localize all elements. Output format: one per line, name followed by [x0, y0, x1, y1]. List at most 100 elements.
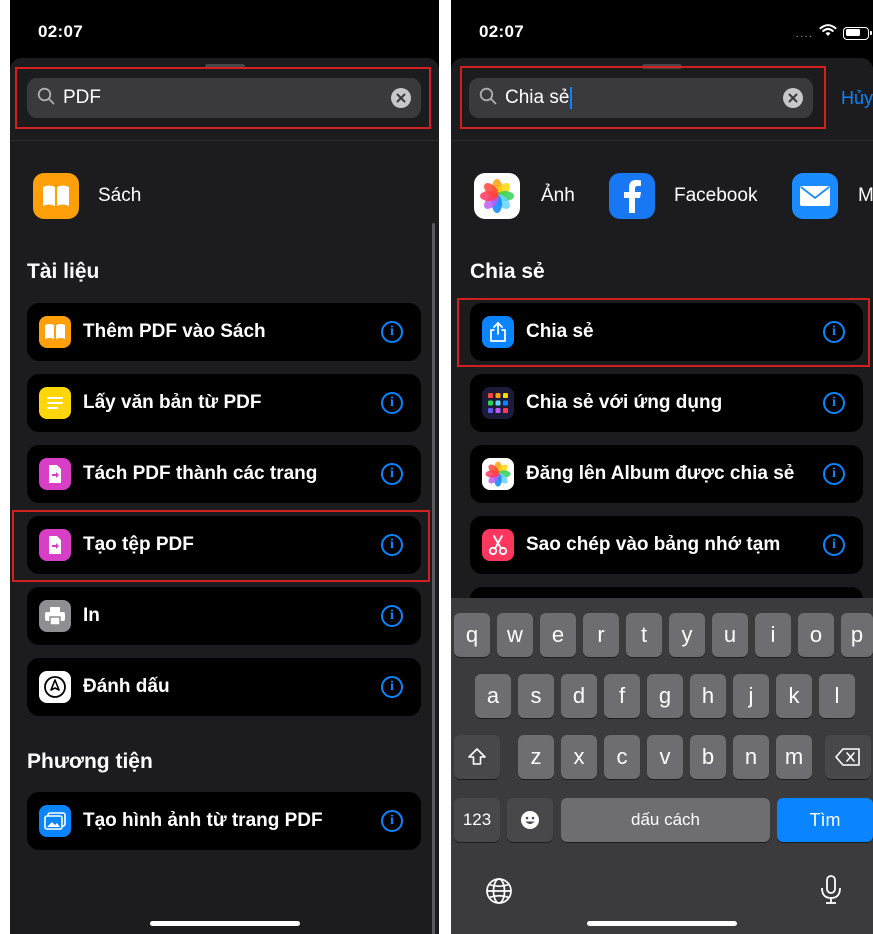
key-d[interactable]: d — [561, 674, 597, 718]
divider — [451, 140, 873, 141]
search-field[interactable] — [469, 78, 813, 118]
action-row-add-pdf-to-books[interactable]: Thêm PDF vào Sách i — [27, 303, 421, 361]
info-icon[interactable]: i — [823, 392, 845, 414]
key-m[interactable]: m — [776, 735, 812, 779]
clear-search-icon[interactable] — [783, 88, 803, 108]
info-icon[interactable]: i — [381, 534, 403, 556]
search-field[interactable] — [27, 78, 421, 118]
info-icon[interactable]: i — [381, 392, 403, 414]
action-row-markup[interactable]: Đánh dấu i — [27, 658, 421, 716]
action-row-get-text-from-pdf[interactable]: Lấy văn bản từ PDF i — [27, 374, 421, 432]
info-icon[interactable]: i — [381, 463, 403, 485]
key-t[interactable]: t — [626, 613, 662, 657]
action-row-make-pdf[interactable]: Tạo tệp PDF i — [27, 516, 421, 574]
cancel-button[interactable]: Hủy — [841, 88, 873, 109]
numbers-key[interactable]: 123 — [454, 798, 500, 842]
key-r[interactable]: r — [583, 613, 619, 657]
action-row-split-pdf[interactable]: Tách PDF thành các trang i — [27, 445, 421, 503]
shift-key[interactable] — [454, 735, 500, 779]
home-indicator[interactable] — [587, 921, 737, 926]
action-label: Lấy văn bản từ PDF — [83, 392, 262, 413]
key-v[interactable]: v — [647, 735, 683, 779]
status-bar: 02:07 .... — [451, 0, 873, 58]
info-icon[interactable]: i — [823, 463, 845, 485]
status-time: 02:07 — [479, 22, 524, 41]
text-lines-icon — [39, 387, 71, 419]
sheet-grabber[interactable] — [204, 64, 245, 69]
action-row-make-image-from-pdf[interactable]: Tạo hình ảnh từ trang PDF i — [27, 792, 421, 850]
sheet-grabber[interactable] — [642, 64, 682, 69]
action-row-share[interactable]: Chia sẻ i — [470, 303, 863, 361]
key-c[interactable]: c — [604, 735, 640, 779]
shift-arrow-icon — [468, 748, 486, 765]
search-icon — [479, 87, 497, 110]
clear-search-icon[interactable] — [391, 88, 411, 108]
search-input[interactable] — [505, 87, 569, 109]
wifi-icon — [819, 24, 837, 42]
emoji-key[interactable] — [507, 798, 553, 842]
info-icon[interactable]: i — [823, 321, 845, 343]
info-icon[interactable]: i — [381, 605, 403, 627]
search-key[interactable]: Tìm — [777, 798, 873, 842]
key-b[interactable]: b — [690, 735, 726, 779]
space-key[interactable]: dấu cách — [561, 798, 770, 842]
search-sheet: Sách Tài liệu Thêm PDF vào Sách i Lấy vă… — [10, 58, 439, 934]
document-icon — [39, 458, 71, 490]
key-e[interactable]: e — [540, 613, 576, 657]
action-row-copy-to-clipboard[interactable]: Sao chép vào bảng nhớ tạm i — [470, 516, 863, 574]
key-i[interactable]: i — [755, 613, 791, 657]
action-label: In — [83, 605, 100, 626]
key-a[interactable]: a — [475, 674, 511, 718]
key-p[interactable]: p — [841, 613, 873, 657]
action-label: Tạo hình ảnh từ trang PDF — [83, 810, 323, 831]
globe-icon[interactable] — [484, 876, 514, 911]
action-label: Tách PDF thành các trang — [83, 463, 318, 484]
photos-flower-icon — [482, 458, 514, 490]
key-f[interactable]: f — [604, 674, 640, 718]
action-row-share-with-apps[interactable]: Chia sẻ với ứng dụng i — [470, 374, 863, 432]
app-label: Facebook — [674, 185, 758, 206]
key-w[interactable]: w — [497, 613, 533, 657]
mail-icon — [792, 173, 838, 219]
key-z[interactable]: z — [518, 735, 554, 779]
action-label: Tạo tệp PDF — [83, 534, 194, 555]
key-h[interactable]: h — [690, 674, 726, 718]
books-icon — [33, 173, 79, 219]
search-input[interactable] — [63, 87, 391, 109]
action-label: Chia sẻ với ứng dụng — [526, 392, 723, 413]
action-row-post-to-shared-album[interactable]: Đăng lên Album được chia sẻ i — [470, 445, 863, 503]
key-k[interactable]: k — [776, 674, 812, 718]
key-q[interactable]: q — [454, 613, 490, 657]
action-row-print[interactable]: In i — [27, 587, 421, 645]
key-j[interactable]: j — [733, 674, 769, 718]
key-u[interactable]: u — [712, 613, 748, 657]
markup-pen-icon — [39, 671, 71, 703]
app-suggestion-photos[interactable]: Ảnh — [474, 173, 575, 219]
status-bar: 02:07 — [10, 0, 439, 58]
info-icon[interactable]: i — [381, 676, 403, 698]
key-n[interactable]: n — [733, 735, 769, 779]
key-o[interactable]: o — [798, 613, 834, 657]
app-suggestion-facebook[interactable]: Facebook — [609, 173, 757, 219]
app-suggestion-mail[interactable]: M — [792, 173, 873, 219]
app-suggestion-books[interactable]: Sách — [33, 173, 141, 219]
facebook-icon — [609, 173, 655, 219]
info-icon[interactable]: i — [823, 534, 845, 556]
home-indicator[interactable] — [149, 921, 300, 926]
keyboard: q w e r t y u i o p a s d f g h j k l z … — [451, 598, 873, 934]
backspace-key[interactable] — [825, 735, 871, 779]
key-l[interactable]: l — [819, 674, 855, 718]
info-icon[interactable]: i — [381, 321, 403, 343]
scrollbar[interactable] — [432, 223, 435, 934]
document-icon — [39, 529, 71, 561]
key-y[interactable]: y — [669, 613, 705, 657]
action-label: Đăng lên Album được chia sẻ — [526, 463, 795, 484]
info-icon[interactable]: i — [381, 810, 403, 832]
microphone-icon[interactable] — [819, 874, 843, 911]
key-g[interactable]: g — [647, 674, 683, 718]
key-s[interactable]: s — [518, 674, 554, 718]
action-label: Thêm PDF vào Sách — [83, 321, 266, 342]
printer-icon — [39, 600, 71, 632]
emoji-icon — [521, 811, 539, 829]
key-x[interactable]: x — [561, 735, 597, 779]
